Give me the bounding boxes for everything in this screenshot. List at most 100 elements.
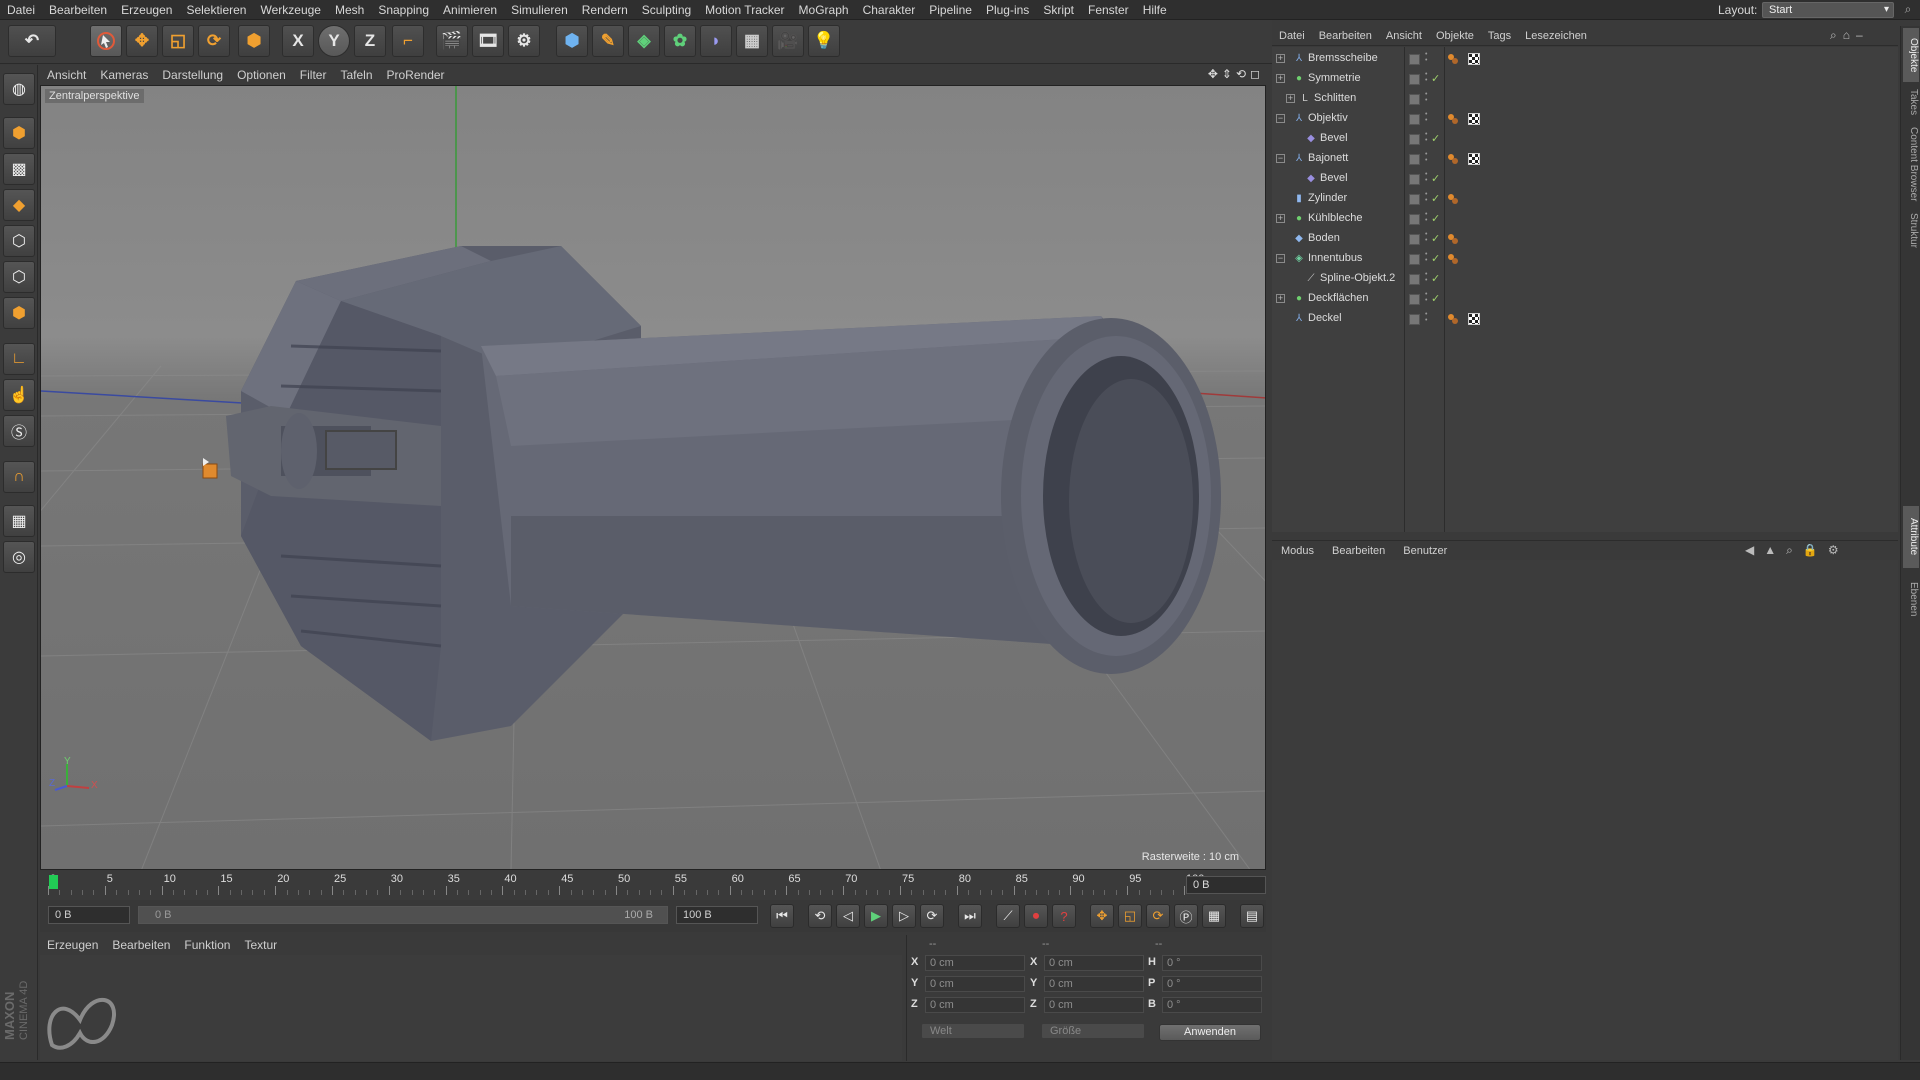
move-icon[interactable]: ✥ (126, 25, 158, 57)
layer-swatch-icon[interactable] (1409, 214, 1420, 225)
camera-icon[interactable]: 🎥 (772, 25, 804, 57)
texture-tag-icon[interactable] (1468, 313, 1480, 325)
axis-x-icon[interactable]: X (282, 25, 314, 57)
goto-end-icon[interactable]: ⏭ (958, 904, 982, 928)
model-mode-icon[interactable]: ⬢ (3, 117, 35, 149)
coord-field-b[interactable]: 0 ° (1162, 997, 1262, 1013)
visibility-dots-icon[interactable]: • • (1425, 91, 1429, 104)
menu-plug-ins[interactable]: Plug-ins (979, 0, 1036, 20)
snap-icon[interactable]: Ⓢ (3, 415, 35, 447)
om-menu-datei[interactable]: Datei (1272, 26, 1312, 46)
visibility-dots-icon[interactable]: • • (1425, 131, 1429, 144)
prev-frame-icon[interactable]: ◁ (836, 904, 860, 928)
make-editable-icon[interactable]: ◍ (3, 73, 35, 105)
search-icon[interactable]: ⌕ (1830, 28, 1837, 43)
scale-icon[interactable]: ◱ (162, 25, 194, 57)
layer-swatch-icon[interactable] (1409, 134, 1420, 145)
menu-rendern[interactable]: Rendern (575, 0, 635, 20)
menu-erzeugen[interactable]: Erzeugen (114, 0, 179, 20)
goto-start-icon[interactable]: ⏮ (770, 904, 794, 928)
material-menu-funktion[interactable]: Funktion (177, 935, 237, 955)
om-menu-tags[interactable]: Tags (1481, 26, 1518, 46)
visibility-dots-icon[interactable]: • • (1425, 271, 1429, 284)
object-row-symmetrie[interactable]: + ● Symmetrie • • ✓ (1272, 69, 1898, 89)
tag-icon[interactable] (1447, 233, 1459, 245)
menu-pipeline[interactable]: Pipeline (922, 0, 979, 20)
tag-icon[interactable] (1447, 193, 1459, 205)
layer-swatch-icon[interactable] (1409, 74, 1420, 85)
visibility-dots-icon[interactable]: • • (1425, 231, 1429, 244)
collapse-icon[interactable]: − (1276, 254, 1285, 263)
visibility-dots-icon[interactable]: • • (1425, 71, 1429, 84)
object-row-objektiv[interactable]: − ⅄ Objektiv • • (1272, 109, 1898, 129)
start-frame-field[interactable]: 0 B (48, 906, 130, 924)
collapse-icon[interactable]: − (1276, 114, 1285, 123)
coord-size-dropdown[interactable]: Größe (1041, 1023, 1145, 1039)
object-row-zylinder[interactable]: ▮ Zylinder • • ✓ (1272, 189, 1898, 209)
enabled-check-icon[interactable]: ✓ (1431, 212, 1440, 225)
layer-swatch-icon[interactable] (1409, 314, 1420, 325)
attr-menu-benutzer[interactable]: Benutzer (1394, 541, 1456, 561)
select-arrow-icon[interactable] (90, 25, 122, 57)
key-rotation-icon[interactable]: ⟳ (1146, 904, 1170, 928)
coord-field-x[interactable]: 0 cm (1044, 955, 1144, 971)
record-icon[interactable]: ⏺ (1024, 904, 1048, 928)
key-pla-icon[interactable]: ▦ (1202, 904, 1226, 928)
object-row-schlitten[interactable]: + L Schlitten • • (1272, 89, 1898, 109)
axis-y-icon[interactable]: Y (318, 25, 350, 57)
menu-selektieren[interactable]: Selektieren (179, 0, 253, 20)
dolly-icon[interactable]: ⇕ (1222, 67, 1232, 81)
tag-icon[interactable] (1447, 53, 1459, 65)
menu-bearbeiten[interactable]: Bearbeiten (42, 0, 114, 20)
coord-field-y[interactable]: 0 cm (1044, 976, 1144, 992)
attr-menu-modus[interactable]: Modus (1272, 541, 1323, 561)
om-menu-lesezeichen[interactable]: Lesezeichen (1518, 26, 1594, 46)
play-icon[interactable]: ▶ (864, 904, 888, 928)
key-parameter-icon[interactable]: Ⓟ (1174, 904, 1198, 928)
light-icon[interactable]: 💡 (808, 25, 840, 57)
texture-tag-icon[interactable] (1468, 113, 1480, 125)
side-tab-ebenen[interactable]: Ebenen (1903, 574, 1919, 624)
texture-tag-icon[interactable] (1468, 53, 1480, 65)
points-mode-icon[interactable]: ⬡ (3, 225, 35, 257)
up-icon[interactable]: ▲ (1764, 543, 1776, 558)
menu-hilfe[interactable]: Hilfe (1136, 0, 1174, 20)
side-tab-takes[interactable]: Takes (1903, 84, 1919, 120)
timeline[interactable]: 0510152025303540455055606570758085909510… (40, 872, 1266, 896)
current-frame-field[interactable]: 0 B (1186, 876, 1266, 894)
prev-keyframe-icon[interactable]: ⟲ (808, 904, 832, 928)
side-tab-objekte[interactable]: Objekte (1903, 28, 1919, 82)
material-menu-textur[interactable]: Textur (237, 935, 284, 955)
visibility-dots-icon[interactable]: • • (1425, 111, 1429, 124)
viewport-menu-prorender[interactable]: ProRender (380, 65, 452, 85)
search-icon[interactable]: ⌕ (1786, 543, 1793, 558)
coord-field-z[interactable]: 0 cm (925, 997, 1025, 1013)
enabled-check-icon[interactable]: ✓ (1431, 192, 1440, 205)
lock-icon[interactable]: 🔒 (1803, 543, 1818, 558)
enabled-check-icon[interactable]: ✓ (1431, 272, 1440, 285)
visibility-dots-icon[interactable]: • • (1425, 171, 1429, 184)
coord-system-dropdown[interactable]: Welt (921, 1023, 1025, 1039)
menu-snapping[interactable]: Snapping (371, 0, 436, 20)
texture-mode-icon[interactable]: ▩ (3, 153, 35, 185)
minimize-icon[interactable]: – (1856, 28, 1863, 43)
menu-mesh[interactable]: Mesh (328, 0, 371, 20)
expand-icon[interactable]: + (1286, 94, 1295, 103)
attributes-panel[interactable] (1272, 560, 1898, 1060)
render-view-icon[interactable]: 🎬 (436, 25, 468, 57)
enabled-check-icon[interactable]: ✓ (1431, 292, 1440, 305)
pen-icon[interactable]: ✎ (592, 25, 624, 57)
object-row-deckel[interactable]: ⅄ Deckel • • (1272, 309, 1898, 329)
object-row-k-hlbleche[interactable]: + ● Kühlbleche • • ✓ (1272, 209, 1898, 229)
polygons-mode-icon[interactable]: ⬢ (3, 297, 35, 329)
home-icon[interactable]: ⌂ (1843, 28, 1850, 43)
menu-animieren[interactable]: Animieren (436, 0, 504, 20)
layer-swatch-icon[interactable] (1409, 114, 1420, 125)
object-icon[interactable]: ⬢ (238, 25, 270, 57)
cloner-icon[interactable]: ✿ (664, 25, 696, 57)
magnet-icon[interactable]: ∩ (3, 461, 35, 493)
next-frame-icon[interactable]: ▷ (892, 904, 916, 928)
end-frame-field[interactable]: 100 B (676, 906, 758, 924)
camera-label[interactable]: Zentralperspektive (45, 89, 144, 103)
texture-tag-icon[interactable] (1468, 153, 1480, 165)
